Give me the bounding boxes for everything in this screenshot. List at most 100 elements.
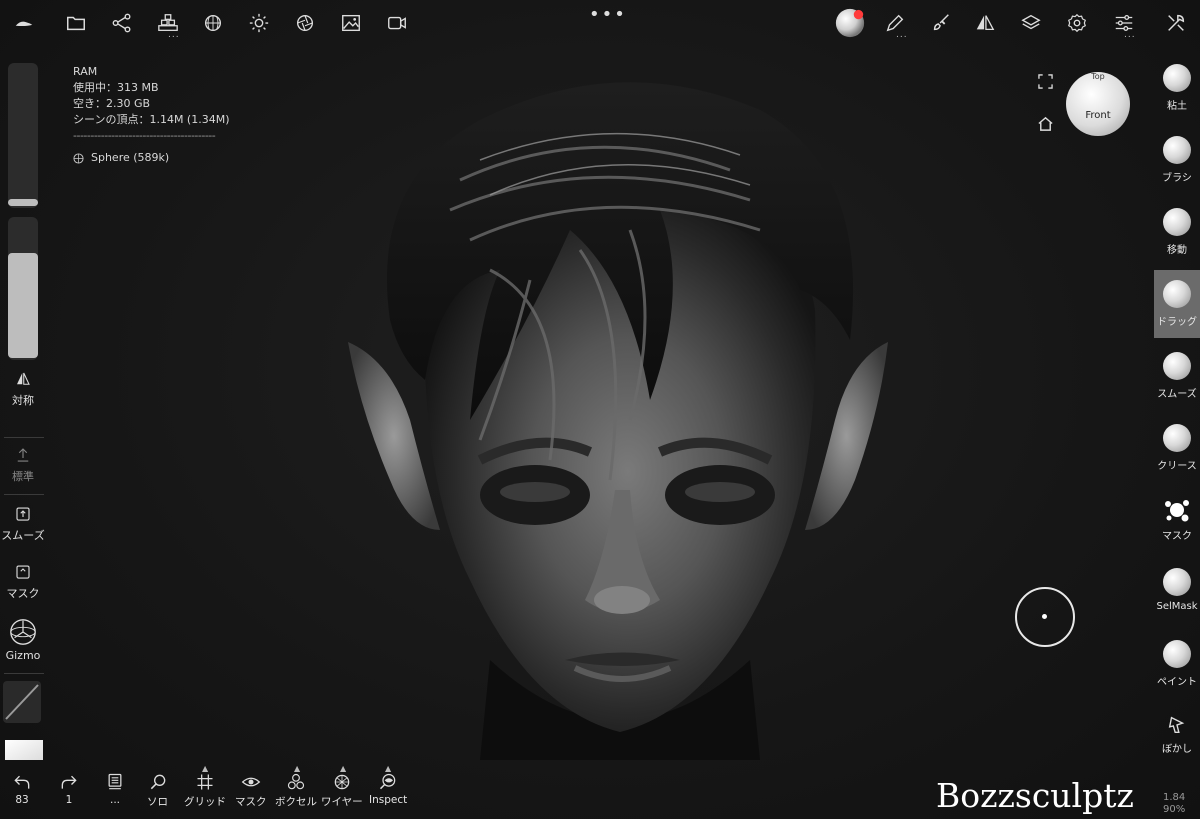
top-toolbar: ... ••• ... ... — [0, 0, 1200, 46]
left-divider — [4, 494, 44, 495]
tool-label: スムーズ — [1157, 389, 1197, 400]
scene-vertices: シーンの頂点：1.14M (1.34M) — [73, 113, 230, 126]
view-cube-front-face[interactable]: Front — [1066, 110, 1130, 121]
solo-button[interactable]: ソロ — [147, 772, 168, 809]
view-cube[interactable]: Top Front — [1066, 72, 1130, 136]
tool-label: SelMask — [1156, 601, 1198, 612]
ram-used: 使用中：313 MB — [73, 81, 159, 94]
wireframe-button[interactable]: ワイヤー — [321, 772, 363, 809]
gizmo-button[interactable]: Gizmo — [0, 617, 46, 662]
standard-label: 標準 — [12, 470, 34, 483]
stroke-preview-button[interactable] — [3, 681, 41, 723]
version-number: 1.84 — [1163, 792, 1186, 803]
folder-icon[interactable] — [61, 8, 91, 38]
tools-icon[interactable] — [1161, 8, 1191, 38]
tool-label: ブラシ — [1162, 173, 1192, 184]
crease-tool-icon — [1163, 424, 1191, 452]
standard-button[interactable]: 標準 — [0, 446, 46, 484]
gear-icon[interactable] — [1062, 8, 1092, 38]
view-cube-top-face[interactable]: Top — [1066, 72, 1130, 82]
sphere-mesh-icon — [73, 152, 84, 164]
tool-move[interactable]: 移動 — [1154, 198, 1200, 266]
light-icon[interactable] — [244, 8, 274, 38]
symmetry-button[interactable]: 対称 — [0, 370, 46, 408]
smooth-shortcut-label: スムーズ — [1, 529, 45, 542]
symmetry-icon — [17, 372, 30, 385]
grid-button[interactable]: グリッド — [184, 772, 226, 809]
left-divider — [4, 437, 44, 438]
tool-clay[interactable]: 粘土 — [1154, 54, 1200, 122]
brush-cursor-center — [1042, 614, 1047, 619]
tool-mask[interactable]: マスク — [1154, 486, 1200, 554]
tool-crease[interactable]: クリース — [1154, 414, 1200, 482]
tool-label: 移動 — [1167, 245, 1187, 256]
inspect-label: Inspect — [369, 794, 408, 806]
voxel-button[interactable]: ボクセル — [275, 772, 317, 809]
history-more-dots: ... — [109, 794, 120, 806]
stroke-line-icon — [5, 684, 39, 720]
tool-drag[interactable]: ドラッグ — [1154, 270, 1200, 338]
info-separator: ----------------------------------------… — [73, 129, 216, 142]
mask-shortcut-button[interactable]: マスク — [0, 563, 46, 601]
brush-cursor-ring — [1015, 587, 1075, 647]
undo-button[interactable]: 83 — [12, 772, 32, 806]
symmetry-icon[interactable] — [970, 8, 1000, 38]
redo-button[interactable]: 1 — [59, 772, 79, 806]
mask-view-button[interactable]: マスク — [235, 772, 267, 809]
brush-radius-slider[interactable] — [8, 63, 38, 208]
video-icon[interactable] — [382, 8, 412, 38]
fullscreen-icon[interactable] — [1038, 74, 1053, 93]
brush-intensity-fill[interactable] — [8, 253, 38, 358]
selmask-tool-icon — [1163, 568, 1191, 596]
voxel-icon — [287, 773, 305, 790]
layers-icon[interactable] — [1016, 8, 1046, 38]
tool-label: 粘土 — [1167, 101, 1187, 112]
clay-tool-icon — [1163, 64, 1191, 92]
smooth-shortcut-button[interactable]: スムーズ — [0, 505, 46, 543]
tool-label: ぼかし — [1162, 744, 1192, 755]
tool-blur[interactable]: ぼかし — [1154, 702, 1200, 770]
primitives-more-dots: ... — [168, 30, 180, 40]
gizmo-icon — [10, 619, 36, 645]
scene-info-panel: RAM 使用中：313 MB 空き：2.30 GB シーンの頂点：1.14M (… — [73, 64, 230, 166]
alpha-preview-button[interactable] — [5, 740, 43, 760]
mask-box-icon — [16, 565, 30, 579]
brush-icon[interactable] — [926, 8, 956, 38]
ram-free: 空き：2.30 GB — [73, 97, 151, 110]
material-ball-icon[interactable] — [833, 6, 867, 40]
more-options-dots[interactable]: ••• — [589, 4, 627, 25]
scene-object-label: Sphere (589k) — [91, 151, 170, 164]
sphere-grid-icon[interactable] — [198, 8, 228, 38]
camera-aperture-icon[interactable] — [290, 8, 320, 38]
version-zoom-readout: 1.84 90% — [1163, 792, 1185, 816]
smooth-box-icon — [16, 507, 30, 521]
voxel-label: ボクセル — [275, 796, 317, 808]
move-tool-icon — [1163, 208, 1191, 236]
brush-radius-thumb[interactable] — [8, 199, 38, 206]
wireframe-sphere-icon — [334, 774, 350, 790]
logo-icon[interactable] — [9, 8, 39, 38]
home-icon[interactable] — [1037, 115, 1054, 136]
grid-label: グリッド — [184, 796, 226, 808]
scene-graph-icon[interactable] — [107, 8, 137, 38]
drag-tool-icon — [1163, 280, 1191, 308]
tool-label: クリース — [1157, 461, 1197, 472]
mask-view-label: マスク — [235, 796, 267, 808]
sculpted-head-model[interactable] — [330, 60, 910, 760]
image-icon[interactable] — [336, 8, 366, 38]
search-icon — [150, 774, 165, 790]
smooth-tool-icon — [1163, 352, 1191, 380]
scene-object-item[interactable]: Sphere (589k) — [73, 150, 230, 166]
symmetry-label: 対称 — [12, 394, 34, 407]
left-divider — [4, 673, 44, 674]
mask-shortcut-label: マスク — [6, 587, 40, 600]
tool-paint[interactable]: ペイント — [1154, 630, 1200, 698]
eye-icon — [241, 777, 261, 787]
tool-selmask[interactable]: SelMask — [1154, 558, 1200, 626]
tool-label: ペイント — [1157, 677, 1197, 688]
tool-smooth[interactable]: スムーズ — [1154, 342, 1200, 410]
inspect-button[interactable]: Inspect — [369, 772, 407, 806]
brush-tool-icon — [1163, 136, 1191, 164]
history-button[interactable]: ... — [105, 772, 125, 806]
tool-brush[interactable]: ブラシ — [1154, 126, 1200, 194]
